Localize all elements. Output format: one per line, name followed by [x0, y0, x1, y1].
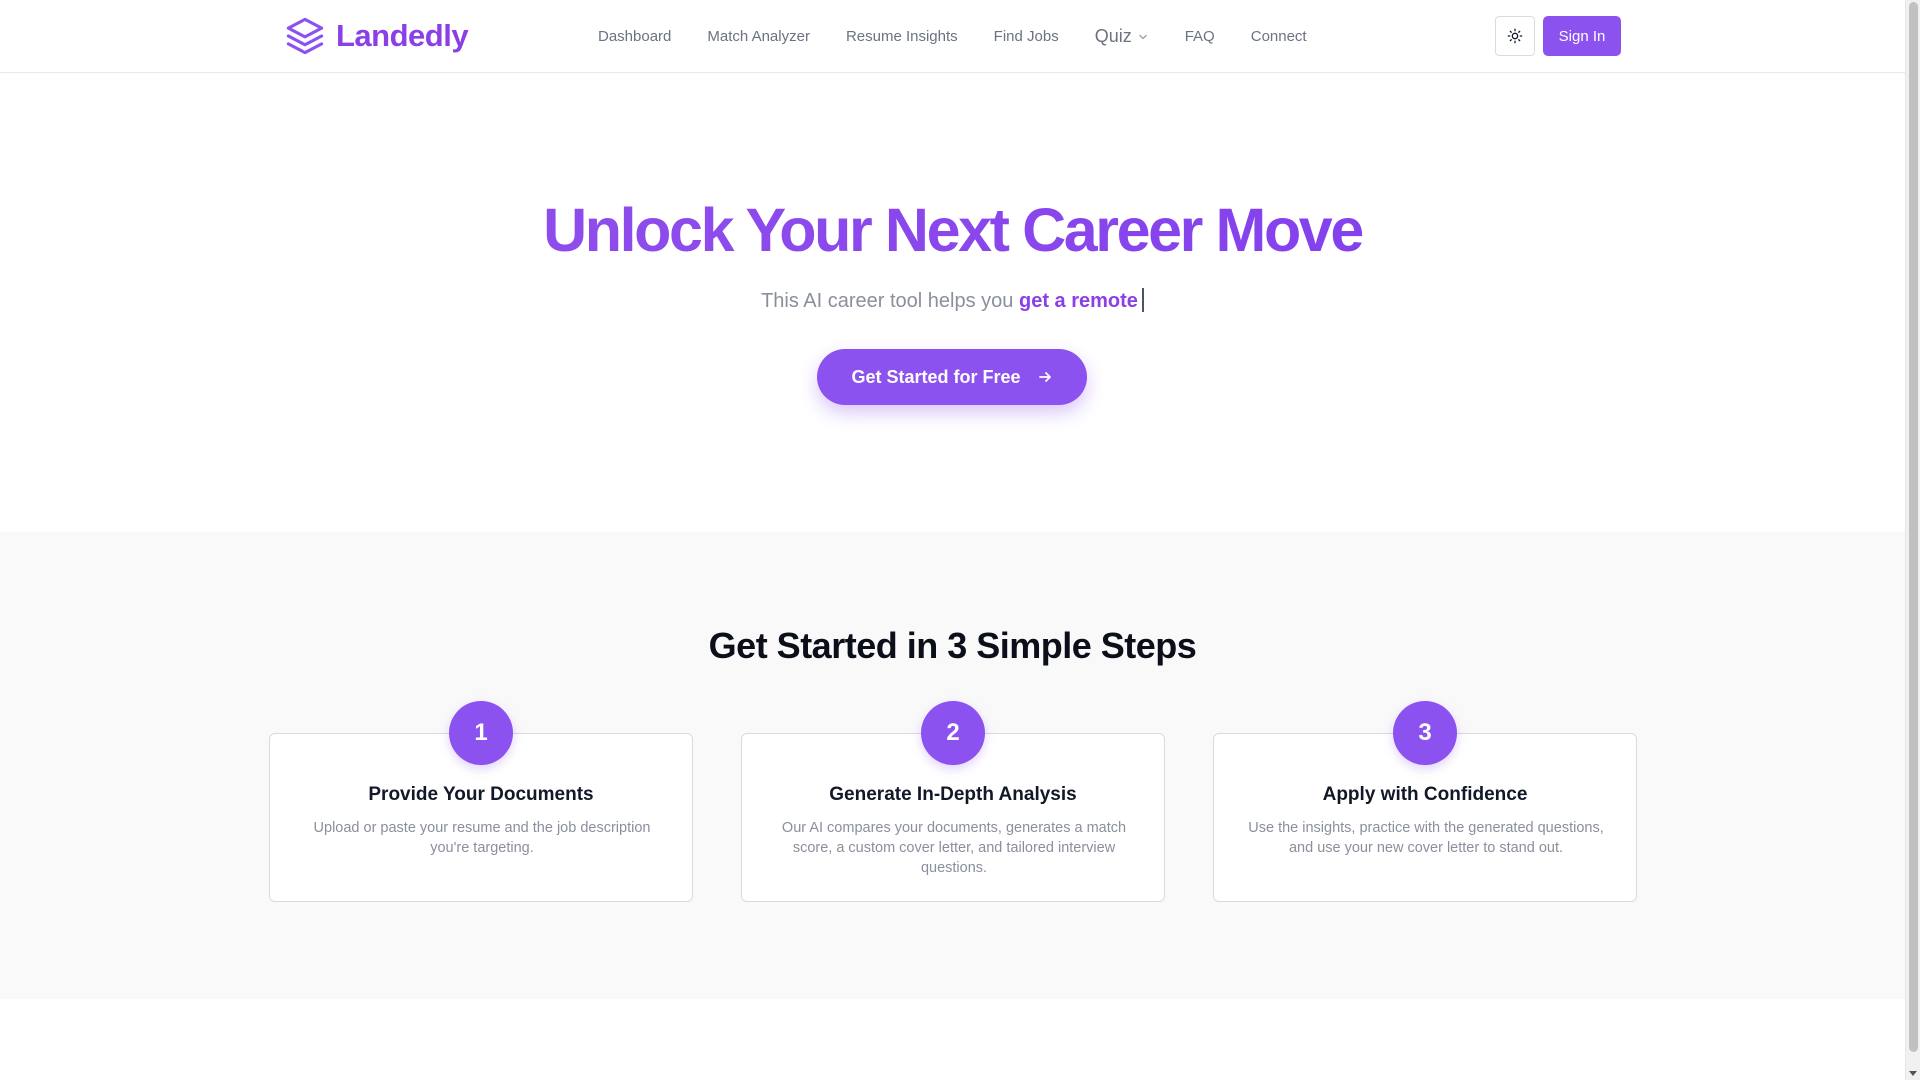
nav-item-connect[interactable]: Connect: [1251, 28, 1307, 45]
nav-item-faq[interactable]: FAQ: [1185, 28, 1215, 45]
brand-logo[interactable]: Landedly: [284, 15, 469, 57]
step-card: 3 Apply with Confidence Use the insights…: [1213, 701, 1637, 902]
sun-icon: [1507, 28, 1523, 44]
hero-subtitle: This AI career tool helps you get a remo…: [0, 286, 1905, 316]
nav-item-quiz-dropdown[interactable]: Quiz: [1095, 26, 1149, 47]
step-title: Provide Your Documents: [368, 784, 594, 805]
step-card: 2 Generate In-Depth Analysis Our AI comp…: [741, 701, 1165, 902]
nav-item-quiz-label: Quiz: [1094, 25, 1132, 46]
layers-icon: [286, 17, 324, 55]
nav-item-dashboard[interactable]: Dashboard: [598, 28, 671, 45]
hero-subtitle-prefix: This AI career tool helps you: [761, 290, 1014, 312]
typing-caret: [1141, 288, 1144, 312]
site-header: Landedly Dashboard Match Analyzer Resume…: [0, 0, 1905, 73]
scrollbar-thumb[interactable]: [1909, 2, 1918, 1052]
step-description: Our AI compares your documents, generate…: [781, 820, 1127, 876]
sign-in-button[interactable]: Sign In: [1543, 16, 1621, 56]
arrow-right-icon: [1038, 372, 1051, 382]
step-number-badge: 1: [449, 701, 513, 765]
get-started-button[interactable]: Get Started for Free: [817, 349, 1087, 405]
steps-section: Get Started in 3 Simple Steps 1 Provide …: [0, 532, 1905, 999]
get-started-label: Get Started for Free: [851, 366, 1021, 387]
hero-subtitle-typed-text: get a remote: [1018, 290, 1138, 312]
step-description: Upload or paste your resume and the job …: [313, 820, 651, 856]
step-card: 1 Provide Your Documents Upload or paste…: [269, 701, 693, 902]
brand-name: Landedly: [336, 18, 469, 53]
nav-item-resume-insights[interactable]: Resume Insights: [846, 28, 958, 45]
nav-item-match-analyzer[interactable]: Match Analyzer: [707, 28, 810, 45]
chevron-down-icon: [1139, 34, 1147, 40]
hero-title: Unlock Your Next Career Move: [0, 196, 1905, 264]
step-title: Apply with Confidence: [1322, 784, 1528, 805]
scroll-down-arrow-icon[interactable]: [1909, 1071, 1917, 1076]
step-title: Generate In-Depth Analysis: [829, 784, 1077, 805]
page-scrollbar[interactable]: [1905, 0, 1920, 1080]
nav-item-find-jobs[interactable]: Find Jobs: [994, 28, 1059, 45]
step-number-badge: 3: [1393, 701, 1457, 765]
step-description: Use the insights, practice with the gene…: [1248, 820, 1604, 856]
step-number-badge: 2: [921, 701, 985, 765]
theme-toggle-button[interactable]: [1495, 16, 1535, 56]
main-nav: Dashboard Match Analyzer Resume Insights…: [580, 0, 1307, 72]
hero-section: Unlock Your Next Career Move This AI car…: [0, 73, 1905, 532]
steps-title: Get Started in 3 Simple Steps: [708, 625, 1197, 666]
